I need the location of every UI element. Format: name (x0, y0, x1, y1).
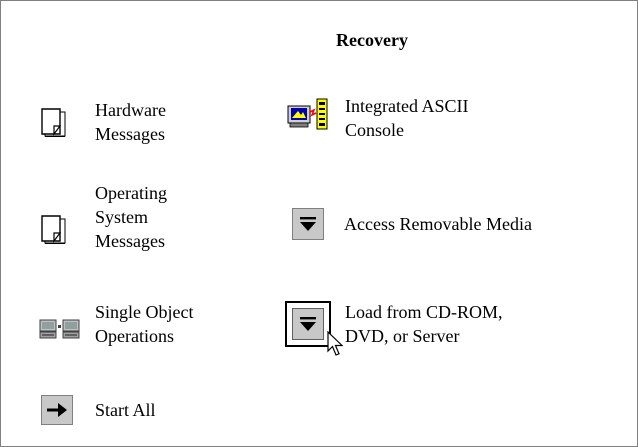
access-removable-media-label: Access Removable Media (344, 214, 532, 234)
hardware-messages-label: Hardware Messages (95, 100, 166, 144)
down-arrow-button-selected (285, 301, 331, 347)
server-pair-icon (39, 317, 81, 341)
mouse-pointer-icon (327, 330, 345, 357)
right-arrow-button-icon (41, 395, 73, 425)
down-arrow-button-icon (292, 308, 324, 340)
operating-system-messages-label: Operating System Messages (95, 183, 167, 251)
computer-console-icon (287, 98, 329, 130)
integrated-ascii-console-label: Integrated ASCII Console (345, 96, 469, 140)
load-from-cd-rom-item[interactable]: Load from CD-ROM, DVD, or Server (285, 297, 585, 363)
operating-system-messages-item[interactable]: Operating System Messages (41, 181, 231, 267)
panel-title: Recovery (336, 30, 408, 50)
integrated-ascii-console-item[interactable]: Integrated ASCII Console (287, 94, 537, 150)
document-icon (41, 215, 67, 245)
single-object-operations-item[interactable]: Single Object Operations (39, 297, 259, 357)
start-all-label: Start All (95, 400, 156, 420)
load-from-cd-rom-label: Load from CD-ROM, DVD, or Server (345, 302, 503, 346)
recovery-panel: Recovery Hardware Messages Integrated AS… (0, 0, 638, 447)
down-arrow-button-icon (292, 208, 324, 240)
start-all-item[interactable]: Start All (41, 393, 221, 427)
single-object-operations-label: Single Object Operations (95, 302, 194, 346)
document-icon (41, 108, 67, 138)
hardware-messages-item[interactable]: Hardware Messages (41, 94, 231, 150)
access-removable-media-item[interactable]: Access Removable Media (292, 207, 622, 241)
